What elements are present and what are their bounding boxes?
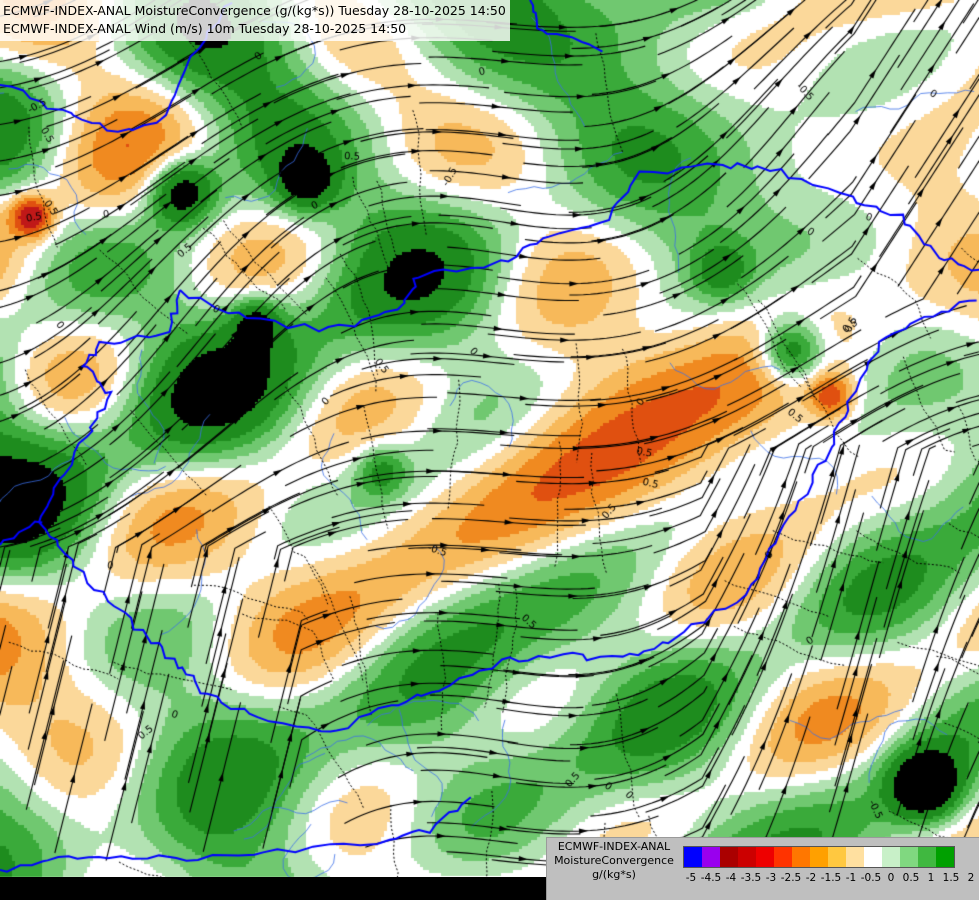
legend-parameter: MoistureConvergence	[554, 854, 674, 867]
legend-model: ECMWF-INDEX-ANAL	[557, 840, 671, 853]
legend-swatch	[720, 847, 738, 867]
legend-tick-label: 0.5	[902, 872, 920, 884]
legend-tick-label: -4	[725, 872, 737, 884]
legend-tick-label: -1	[845, 872, 857, 884]
legend-swatch	[936, 847, 954, 867]
legend-tick-label: -0.5	[860, 872, 882, 884]
legend-swatch	[756, 847, 774, 867]
legend-swatch	[738, 847, 756, 867]
legend-swatch	[684, 847, 702, 867]
legend-swatch	[882, 847, 900, 867]
legend-label: ECMWF-INDEX-ANAL MoistureConvergence g/(…	[549, 840, 679, 882]
legend-swatch	[774, 847, 792, 867]
title-moisture-convergence: ECMWF-INDEX-ANAL MoistureConvergence (g/…	[3, 3, 506, 18]
legend-swatch	[918, 847, 936, 867]
legend-swatch	[702, 847, 720, 867]
legend-tick-label: -2.5	[780, 872, 802, 884]
legend-tick-label: -5	[685, 872, 697, 884]
legend-swatch	[846, 847, 864, 867]
legend-color-bar	[683, 846, 955, 868]
legend-tick-label: 1.5	[942, 872, 960, 884]
map-title: ECMWF-INDEX-ANAL MoistureConvergence (g/…	[0, 0, 510, 41]
moisture-convergence-map[interactable]	[0, 0, 979, 900]
legend-tick-label: -1.5	[820, 872, 842, 884]
legend-swatch	[864, 847, 882, 867]
legend-tick-label: -2	[805, 872, 817, 884]
legend-tick-label: -3.5	[740, 872, 762, 884]
legend-tick-label: 0	[887, 872, 895, 884]
legend-ticks: -5 -4.5 -4 -3.5 -3 -2.5 -2 -1.5 -1 -0.5 0 0.5 1 1.5 2	[683, 872, 975, 886]
legend-swatch	[828, 847, 846, 867]
legend-tick-label: -4.5	[700, 872, 722, 884]
legend-tick-label: -3	[765, 872, 777, 884]
legend-unit: g/(kg*s)	[592, 868, 636, 881]
legend-swatch	[810, 847, 828, 867]
legend-tick-label: 1	[927, 872, 935, 884]
color-legend: ECMWF-INDEX-ANAL MoistureConvergence g/(…	[546, 837, 979, 900]
title-wind: ECMWF-INDEX-ANAL Wind (m/s) 10m Tuesday …	[3, 21, 407, 36]
legend-tick-label: 2	[967, 872, 975, 884]
legend-swatch	[792, 847, 810, 867]
legend-swatch	[900, 847, 918, 867]
